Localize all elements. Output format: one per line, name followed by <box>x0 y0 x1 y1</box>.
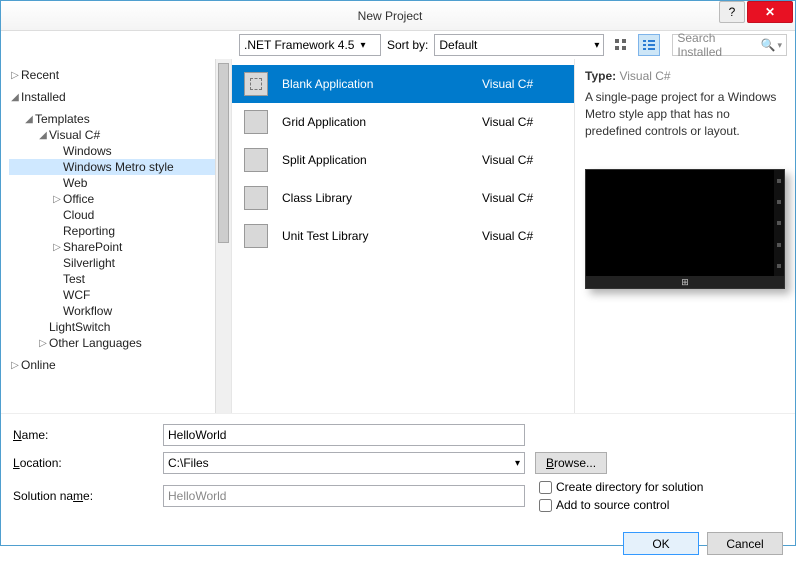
template-icon <box>244 224 268 248</box>
template-split-application[interactable]: Split Application Visual C# <box>232 141 574 179</box>
template-icon <box>244 72 268 96</box>
chevron-right-icon: ▷ <box>9 360 21 371</box>
tree-other-languages[interactable]: ▷Other Languages <box>9 335 227 351</box>
grid-icon <box>614 38 628 52</box>
location-input[interactable]: C:\Files ▾ <box>163 452 525 474</box>
main-area: ▷Recent ◢Installed ◢Templates ◢Visual C#… <box>1 59 795 413</box>
template-list: Blank Application Visual C# Grid Applica… <box>231 59 575 413</box>
solution-name-label: Solution name: <box>13 489 163 503</box>
tree-item-cloud[interactable]: Cloud <box>9 207 227 223</box>
search-placeholder: Search Installed <box>677 31 760 59</box>
scrollbar-thumb[interactable] <box>218 63 229 243</box>
chevron-down-icon: ▾ <box>594 40 599 51</box>
tree-recent[interactable]: ▷Recent <box>9 67 227 83</box>
tree-scrollbar[interactable] <box>215 59 231 413</box>
tree-item-test[interactable]: Test <box>9 271 227 287</box>
template-icon <box>244 110 268 134</box>
help-button[interactable]: ? <box>719 1 745 23</box>
ok-button[interactable]: OK <box>623 532 699 555</box>
category-tree: ▷Recent ◢Installed ◢Templates ◢Visual C#… <box>1 59 231 413</box>
chevron-right-icon: ▷ <box>51 242 63 253</box>
window-title: New Project <box>61 9 719 23</box>
tree-lightswitch[interactable]: LightSwitch <box>9 319 227 335</box>
sortby-dropdown[interactable]: Default ▾ <box>434 34 604 56</box>
tree-item-office[interactable]: ▷Office <box>9 191 227 207</box>
windows-icon: ⊞ <box>681 277 689 288</box>
framework-label: .NET Framework 4.5 <box>244 38 354 52</box>
sortby-value: Default <box>439 38 477 52</box>
chevron-down-icon: ◢ <box>23 114 35 125</box>
template-class-library[interactable]: Class Library Visual C# <box>232 179 574 217</box>
template-blank-application[interactable]: Blank Application Visual C# <box>232 65 574 103</box>
form-area: Name: Location: C:\Files ▾ Browse... Sol… <box>1 413 795 526</box>
name-input[interactable] <box>163 424 525 446</box>
chevron-down-icon: ▾ <box>515 458 520 469</box>
chevron-right-icon: ▷ <box>37 338 49 349</box>
cancel-button[interactable]: Cancel <box>707 532 783 555</box>
tree-item-windows[interactable]: Windows <box>9 143 227 159</box>
chevron-down-icon: ▾ <box>360 40 365 51</box>
preview-image: ⊞ <box>585 169 785 289</box>
tree-item-silverlight[interactable]: Silverlight <box>9 255 227 271</box>
tree-visual-csharp[interactable]: ◢Visual C# <box>9 127 227 143</box>
create-directory-checkbox[interactable]: Create directory for solution <box>539 480 703 494</box>
search-icon: 🔍 <box>761 38 776 52</box>
detail-type: Type: Visual C# <box>585 69 785 83</box>
chevron-right-icon: ▷ <box>51 194 63 205</box>
question-icon: ? <box>729 5 736 19</box>
template-grid-application[interactable]: Grid Application Visual C# <box>232 103 574 141</box>
tree-item-windows-metro[interactable]: Windows Metro style <box>9 159 227 175</box>
view-smallicons-button[interactable] <box>610 34 632 56</box>
chevron-down-icon: ◢ <box>9 92 21 103</box>
search-input[interactable]: Search Installed 🔍 ▾ <box>672 34 787 56</box>
close-button[interactable]: ✕ <box>747 1 793 23</box>
tree-online[interactable]: ▷Online <box>9 357 227 373</box>
name-label: Name: <box>13 428 163 442</box>
detail-description: A single-page project for a Windows Metr… <box>585 89 785 139</box>
chevron-right-icon: ▷ <box>9 70 21 81</box>
tree-item-wcf[interactable]: WCF <box>9 287 227 303</box>
tree-templates[interactable]: ◢Templates <box>9 111 227 127</box>
tree-installed[interactable]: ◢Installed <box>9 89 227 105</box>
solution-name-input[interactable] <box>163 485 525 507</box>
browse-button[interactable]: Browse... <box>535 452 607 474</box>
sortby-label: Sort by: <box>387 38 428 52</box>
tree-item-reporting[interactable]: Reporting <box>9 223 227 239</box>
close-icon: ✕ <box>765 5 775 19</box>
toolbar: .NET Framework 4.5 ▾ Sort by: Default ▾ … <box>1 31 795 59</box>
titlebar: New Project ? ✕ <box>1 1 795 31</box>
view-list-button[interactable] <box>638 34 660 56</box>
chevron-down-icon: ▾ <box>777 40 782 51</box>
add-source-control-checkbox[interactable]: Add to source control <box>539 498 703 512</box>
template-icon <box>244 148 268 172</box>
location-label: Location: <box>13 456 163 470</box>
chevron-down-icon: ◢ <box>37 130 49 141</box>
tree-item-workflow[interactable]: Workflow <box>9 303 227 319</box>
template-unit-test-library[interactable]: Unit Test Library Visual C# <box>232 217 574 255</box>
detail-pane: Type: Visual C# A single-page project fo… <box>575 59 795 413</box>
tree-item-web[interactable]: Web <box>9 175 227 191</box>
framework-dropdown[interactable]: .NET Framework 4.5 ▾ <box>239 34 381 56</box>
template-icon <box>244 186 268 210</box>
tree-item-sharepoint[interactable]: ▷SharePoint <box>9 239 227 255</box>
list-icon <box>642 38 656 52</box>
